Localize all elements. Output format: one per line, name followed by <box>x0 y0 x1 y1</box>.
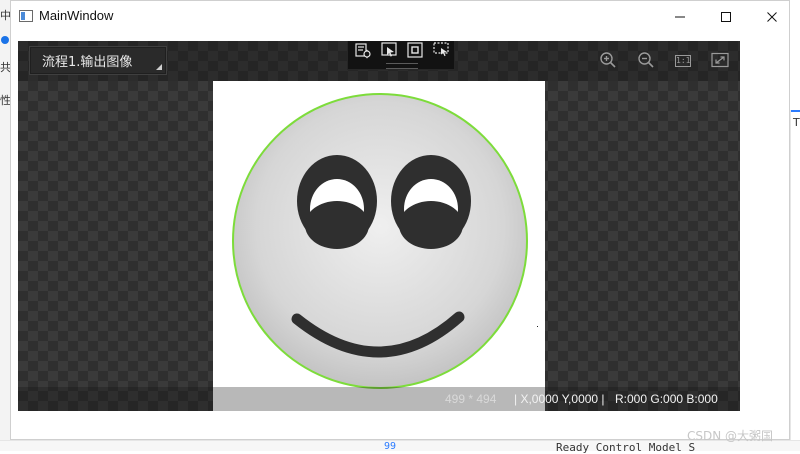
smiley-face-circle <box>232 93 528 389</box>
viewer-statusbar: 499 * 494 | X,0000 Y,0000 | R:000 G:000 … <box>18 387 740 411</box>
pixel-rgb-text: R:000 G:000 B:000 <box>615 392 718 406</box>
window-app-icon <box>19 10 33 22</box>
main-window: MainWindow 流程1.输出图像 1:1 499 * 494 | X,00… <box>10 0 790 440</box>
region-select-icon <box>432 41 450 59</box>
smiley-left-pupil <box>305 201 369 249</box>
fit-to-window-button[interactable] <box>709 52 731 70</box>
roi-settings-tool-button[interactable] <box>353 41 373 60</box>
background-right-accent <box>791 110 800 112</box>
roi-settings-icon <box>354 41 372 59</box>
window-app-icon-pane <box>21 12 25 20</box>
zoom-out-button[interactable] <box>635 51 657 72</box>
background-bottom-code: Ready Control Model S <box>556 441 696 454</box>
smiley-image <box>232 93 528 389</box>
floating-toolbar[interactable] <box>347 41 455 70</box>
frame-tool-button[interactable] <box>405 41 425 60</box>
close-button[interactable] <box>749 1 795 33</box>
image-source-selected: 流程1.输出图像 <box>42 55 133 70</box>
cursor-coordinates-text: | X,0000 Y,0000 | <box>514 392 605 406</box>
background-left-strip: 中 共 性 <box>0 0 10 450</box>
select-pointer-tool-button[interactable] <box>379 41 399 60</box>
minimize-button[interactable] <box>657 1 703 33</box>
close-icon <box>766 11 778 23</box>
background-left-char-3: 性 <box>0 94 10 107</box>
background-left-char-2: 共 <box>0 61 10 74</box>
actual-size-button[interactable]: 1:1 <box>672 52 694 70</box>
zoom-out-icon <box>637 51 655 72</box>
fit-to-window-icon <box>711 52 729 71</box>
maximize-icon <box>720 11 732 23</box>
select-pointer-icon <box>380 41 398 59</box>
background-left-char-1: 中 <box>0 9 10 22</box>
background-right-strip: T <box>790 110 800 440</box>
maximize-button[interactable] <box>703 1 749 33</box>
stray-pixel <box>537 326 538 327</box>
background-right-char: T <box>793 116 800 129</box>
actual-size-label: 1:1 <box>675 55 691 67</box>
zoom-in-button[interactable] <box>597 51 619 72</box>
image-canvas[interactable] <box>213 81 545 411</box>
toolbar-drag-handle[interactable] <box>386 63 418 69</box>
dropdown-caret-icon <box>156 64 162 70</box>
watermark-text: CSDN @大粥国 <box>687 429 774 443</box>
frame-icon <box>406 41 424 59</box>
window-title: MainWindow <box>39 8 114 23</box>
image-size-text: 499 * 494 <box>445 392 497 406</box>
image-viewer[interactable]: 流程1.输出图像 1:1 499 * 494 | X,0000 Y,0000 |… <box>18 41 740 411</box>
region-select-tool-button[interactable] <box>431 41 451 60</box>
title-bar[interactable]: MainWindow <box>11 1 789 33</box>
minimize-icon <box>674 11 686 23</box>
background-bottom-strip: 99 Ready Control Model S <box>0 440 800 454</box>
smiley-right-pupil <box>399 201 463 249</box>
image-source-dropdown[interactable]: 流程1.输出图像 <box>29 46 167 75</box>
zoom-in-icon <box>599 51 617 72</box>
background-bottom-number: 99 <box>384 441 397 452</box>
background-blue-dot-icon <box>1 36 9 44</box>
